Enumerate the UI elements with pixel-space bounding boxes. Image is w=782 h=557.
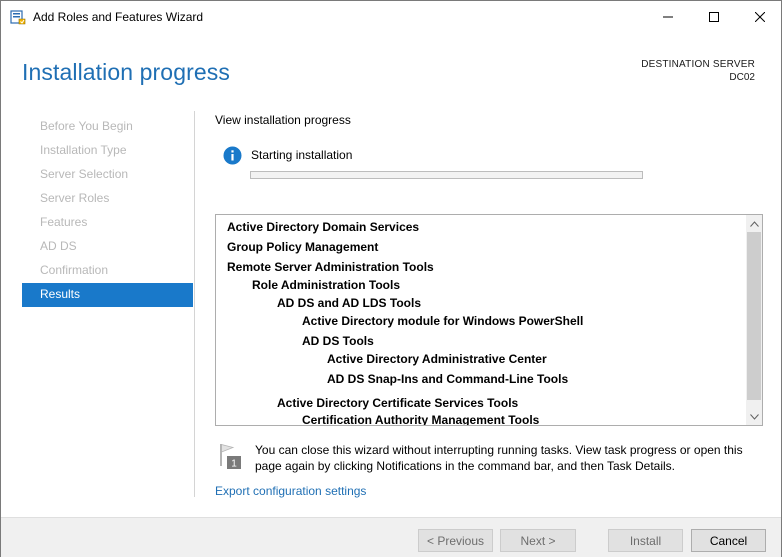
wizard-nav: Before You Begin Installation Type Serve… [22, 115, 193, 307]
nav-divider [194, 111, 195, 497]
list-item: AD DS and AD LDS Tools [277, 296, 421, 310]
list-item: AD DS Tools [302, 334, 374, 348]
list-item: Active Directory module for Windows Powe… [302, 314, 584, 328]
next-button[interactable]: Next > [500, 529, 576, 552]
chevron-down-icon [749, 413, 759, 420]
scrollbar-thumb[interactable] [747, 232, 761, 400]
cancel-button[interactable]: Cancel [691, 529, 766, 552]
minimize-icon [663, 16, 673, 18]
features-list-content: Active Directory Domain Services Group P… [216, 215, 746, 425]
title-bar[interactable]: Add Roles and Features Wizard [1, 1, 781, 33]
view-progress-label: View installation progress [215, 113, 351, 127]
destination-server-label: DESTINATION SERVER [641, 59, 755, 70]
nav-item-server-selection[interactable]: Server Selection [22, 163, 193, 187]
features-list[interactable]: Active Directory Domain Services Group P… [215, 214, 763, 426]
list-item: Remote Server Administration Tools [227, 260, 434, 274]
close-wizard-note: You can close this wizard without interr… [255, 443, 743, 473]
info-icon [223, 146, 242, 165]
minimize-button[interactable] [645, 1, 691, 33]
page-title: Installation progress [22, 59, 230, 85]
chevron-up-icon [749, 220, 759, 227]
destination-server-name: DC02 [729, 72, 755, 83]
notification-count: 1 [231, 459, 237, 470]
maximize-icon [709, 12, 719, 22]
maximize-button[interactable] [691, 1, 737, 33]
wizard-window: Add Roles and Features Wizard Installati… [0, 0, 782, 557]
list-item: Group Policy Management [227, 240, 379, 254]
installation-progress-bar [250, 171, 643, 179]
list-item: Active Directory Certificate Services To… [277, 396, 519, 410]
nav-item-installation-type[interactable]: Installation Type [22, 139, 193, 163]
features-scrollbar[interactable] [746, 215, 762, 425]
window-title: Add Roles and Features Wizard [33, 10, 204, 24]
close-button[interactable] [737, 1, 782, 33]
nav-item-server-roles[interactable]: Server Roles [22, 187, 193, 211]
scroll-up-button[interactable] [746, 215, 762, 232]
nav-item-features[interactable]: Features [22, 211, 193, 235]
list-item: Role Administration Tools [252, 278, 401, 292]
installation-status: Starting installation [251, 148, 353, 162]
install-button[interactable]: Install [608, 529, 683, 552]
notification-flag-icon: 1 [220, 443, 241, 470]
list-item: Active Directory Administrative Center [327, 352, 547, 366]
server-manager-icon [10, 10, 26, 25]
nav-item-results[interactable]: Results [22, 283, 193, 307]
list-item: Certification Authority Management Tools [302, 413, 540, 425]
export-configuration-link[interactable]: Export configuration settings [215, 484, 366, 498]
wizard-footer: < Previous Next > Install Cancel [1, 517, 781, 557]
nav-item-ad-ds[interactable]: AD DS [22, 235, 193, 259]
previous-button[interactable]: < Previous [418, 529, 493, 552]
list-item: Active Directory Domain Services [227, 220, 420, 234]
nav-item-before-you-begin[interactable]: Before You Begin [22, 115, 193, 139]
scroll-down-button[interactable] [746, 408, 762, 425]
list-item: AD DS Snap-Ins and Command-Line Tools [327, 372, 569, 386]
close-icon [755, 12, 765, 22]
nav-item-confirmation[interactable]: Confirmation [22, 259, 193, 283]
